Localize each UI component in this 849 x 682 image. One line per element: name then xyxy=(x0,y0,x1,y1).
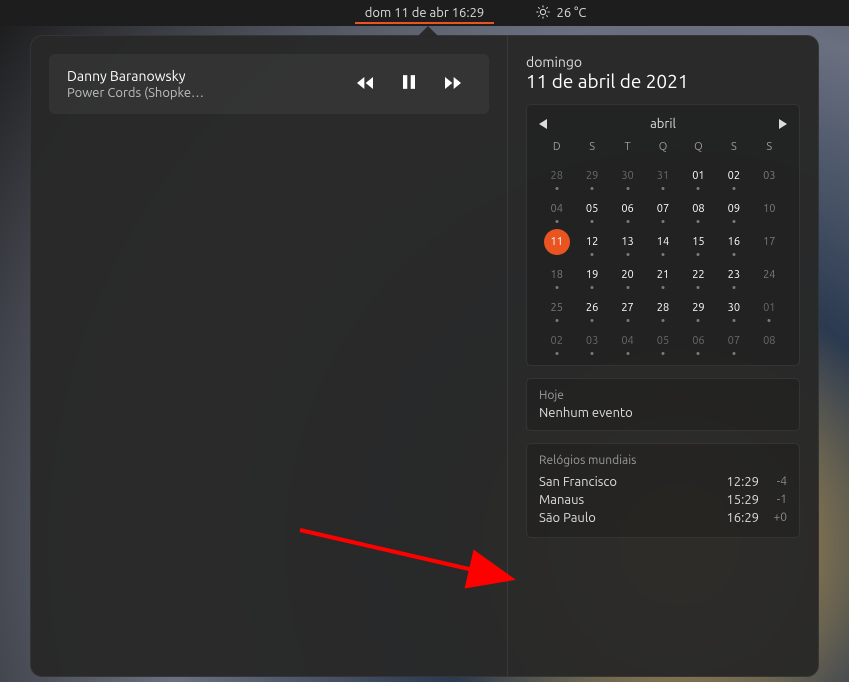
calendar-day[interactable]: 10 xyxy=(752,200,787,223)
popover-arrow xyxy=(418,26,438,36)
calendar-day[interactable]: 02 xyxy=(716,167,751,190)
calendar-day[interactable]: 03 xyxy=(574,332,609,355)
calendar-day[interactable]: 07 xyxy=(716,332,751,355)
calendar-month-label: abril xyxy=(650,117,676,131)
calendar-day[interactable]: 26 xyxy=(574,299,609,322)
world-clock-time: 16:29 xyxy=(726,511,759,525)
events-section[interactable]: Hoje Nenhum evento xyxy=(526,378,800,431)
world-clock-time: 15:29 xyxy=(726,493,759,507)
calendar-day[interactable]: 05 xyxy=(574,200,609,223)
world-clock-row: San Francisco12:29-4 xyxy=(539,473,787,491)
calendar-day[interactable]: 11 xyxy=(544,229,570,255)
calendar-dow-header: S xyxy=(716,141,751,157)
world-clock-offset: -4 xyxy=(759,475,787,489)
calendar-day[interactable]: 16 xyxy=(716,233,751,256)
date-header: domingo 11 de abril de 2021 xyxy=(526,54,800,92)
calendar-day[interactable]: 25 xyxy=(539,299,574,322)
world-clock-offset: +0 xyxy=(759,511,787,525)
calendar-day[interactable]: 08 xyxy=(752,332,787,355)
world-clock-row: São Paulo16:29+0 xyxy=(539,509,787,527)
temperature-label: 26 °C xyxy=(557,6,587,20)
calendar-dow-header: S xyxy=(574,141,609,157)
world-clock-city: São Paulo xyxy=(539,511,726,525)
next-icon[interactable] xyxy=(445,75,461,93)
calendar-column: domingo 11 de abril de 2021 abril DSTQQS… xyxy=(508,36,818,676)
calendar-day[interactable]: 29 xyxy=(574,167,609,190)
calendar-day[interactable]: 17 xyxy=(752,233,787,256)
calendar-day[interactable]: 13 xyxy=(610,233,645,256)
calendar-dow-header: T xyxy=(610,141,645,157)
full-date: 11 de abril de 2021 xyxy=(526,70,800,92)
calendar-dow-header: D xyxy=(539,141,574,157)
topbar-clock[interactable]: dom 11 de abr 16:29 xyxy=(355,6,495,20)
calendar-day[interactable]: 07 xyxy=(645,200,680,223)
calendar-day[interactable]: 12 xyxy=(574,233,609,256)
calendar-day[interactable]: 03 xyxy=(752,167,787,190)
media-info: Danny Baranowsky Power Cords (Shopke… xyxy=(67,68,204,100)
calendar-day[interactable]: 28 xyxy=(539,167,574,190)
calendar-day[interactable]: 02 xyxy=(539,332,574,355)
calendar-dow-header: Q xyxy=(681,141,716,157)
world-clock-row: Manaus15:29-1 xyxy=(539,491,787,509)
world-clocks-label: Relógios mundiais xyxy=(539,454,787,467)
calendar-day[interactable]: 04 xyxy=(539,200,574,223)
notifications-column: Danny Baranowsky Power Cords (Shopke… xyxy=(31,36,508,676)
calendar-day[interactable]: 01 xyxy=(752,299,787,322)
calendar-day[interactable]: 27 xyxy=(610,299,645,322)
media-track: Power Cords (Shopke… xyxy=(67,86,204,100)
calendar-day[interactable]: 30 xyxy=(610,167,645,190)
calendar-day[interactable]: 01 xyxy=(681,167,716,190)
calendar-day[interactable]: 28 xyxy=(645,299,680,322)
pause-icon[interactable] xyxy=(403,75,415,93)
calendar-section: abril DSTQQSS282930310102030405060708091… xyxy=(526,104,800,366)
notification-panel: Danny Baranowsky Power Cords (Shopke… do… xyxy=(30,35,819,677)
media-player-card[interactable]: Danny Baranowsky Power Cords (Shopke… xyxy=(49,54,489,114)
calendar-day[interactable]: 18 xyxy=(539,266,574,289)
calendar-day[interactable]: 15 xyxy=(681,233,716,256)
world-clock-city: San Francisco xyxy=(539,475,726,489)
calendar-day[interactable]: 06 xyxy=(681,332,716,355)
top-bar: dom 11 de abr 16:29 26 °C xyxy=(0,0,849,26)
calendar-dow-header: S xyxy=(752,141,787,157)
topbar-weather[interactable]: 26 °C xyxy=(535,4,587,23)
events-message: Nenhum evento xyxy=(539,406,787,420)
world-clock-offset: -1 xyxy=(759,493,787,507)
calendar-day[interactable]: 23 xyxy=(716,266,751,289)
calendar-day[interactable]: 20 xyxy=(610,266,645,289)
events-label: Hoje xyxy=(539,389,787,402)
calendar-day[interactable]: 22 xyxy=(681,266,716,289)
next-month-button[interactable] xyxy=(779,115,787,133)
calendar-day[interactable]: 30 xyxy=(716,299,751,322)
calendar-day[interactable]: 06 xyxy=(610,200,645,223)
calendar-day[interactable]: 31 xyxy=(645,167,680,190)
day-of-week: domingo xyxy=(526,54,800,70)
sun-icon xyxy=(535,4,551,23)
calendar-dow-header: Q xyxy=(645,141,680,157)
calendar-day[interactable]: 24 xyxy=(752,266,787,289)
media-artist: Danny Baranowsky xyxy=(67,68,204,84)
world-clocks-section[interactable]: Relógios mundiais San Francisco12:29-4Ma… xyxy=(526,443,800,538)
world-clock-time: 12:29 xyxy=(726,475,759,489)
calendar-day[interactable]: 21 xyxy=(645,266,680,289)
calendar-day[interactable]: 09 xyxy=(716,200,751,223)
calendar-day[interactable]: 19 xyxy=(574,266,609,289)
world-clock-city: Manaus xyxy=(539,493,726,507)
calendar-day[interactable]: 04 xyxy=(610,332,645,355)
calendar-day[interactable]: 05 xyxy=(645,332,680,355)
calendar-day[interactable]: 29 xyxy=(681,299,716,322)
previous-icon[interactable] xyxy=(357,75,373,93)
prev-month-button[interactable] xyxy=(539,115,547,133)
calendar-day[interactable]: 08 xyxy=(681,200,716,223)
calendar-day[interactable]: 14 xyxy=(645,233,680,256)
calendar-grid: DSTQQSS282930310102030405060708091011121… xyxy=(539,141,787,355)
